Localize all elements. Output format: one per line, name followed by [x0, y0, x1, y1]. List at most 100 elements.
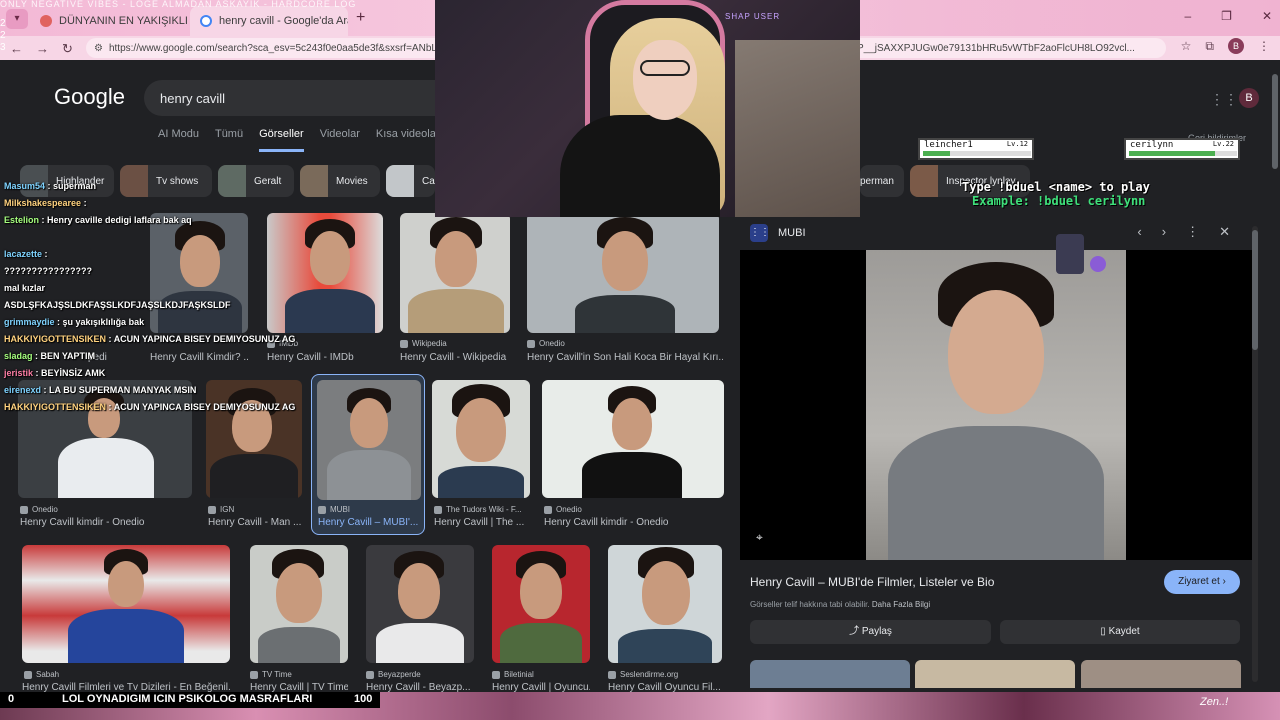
onedio-favicon-icon — [527, 339, 535, 348]
image-result[interactable]: The Tudors Wiki - F... Henry Cavill | Th… — [432, 380, 530, 530]
result-image[interactable] — [492, 545, 590, 663]
preview-title[interactable]: Henry Cavill – MUBI'de Filmler, Listeler… — [750, 575, 994, 589]
search-tabs: AI Modu Tümü Görseller Videolar Kısa vid… — [158, 128, 463, 152]
result-source: TV Time — [250, 670, 292, 679]
player-card: leincher1 Lv.12 — [918, 138, 1034, 160]
chat-username: Masum54 — [4, 181, 46, 191]
result-image[interactable] — [542, 380, 724, 498]
panel-scrollbar[interactable] — [1252, 226, 1258, 682]
image-result[interactable]: Biletinial Henry Cavill | Oyuncu... — [492, 545, 590, 693]
panel-header: ⋮⋮ MUBI — [750, 224, 806, 242]
image-result[interactable]: Beyazperde Henry Cavill - Beyazp... — [366, 545, 474, 693]
close-panel-button[interactable]: ✕ — [1219, 224, 1230, 240]
result-title[interactable]: Henry Cavill kimdir - Onedio — [544, 517, 726, 528]
result-image[interactable] — [400, 213, 510, 333]
chat-message: Masum54 : superman — [4, 181, 97, 191]
previous-image-button[interactable]: ‹ — [1137, 224, 1141, 240]
webcam-overlay: SHAP USER — [435, 0, 860, 217]
next-image-button[interactable]: › — [1162, 224, 1166, 240]
share-button[interactable]: ⤴ Paylaş — [750, 620, 991, 644]
visit-button[interactable]: Ziyaret et › — [1164, 570, 1240, 594]
minimize-button[interactable]: – — [1184, 9, 1191, 23]
site-info-icon[interactable]: ⚙ — [94, 43, 103, 54]
tvtime-favicon-icon — [250, 670, 258, 679]
result-image[interactable] — [527, 213, 719, 333]
toolbar-right: ☆ ⧉ B ⋮ — [1181, 38, 1280, 54]
image-result[interactable]: Onedio Henry Cavill kimdir - Onedio — [542, 380, 724, 530]
back-arrow-icon[interactable]: ← — [10, 41, 23, 56]
result-image[interactable] — [250, 545, 348, 663]
google-favicon-icon — [200, 15, 212, 27]
menu-icon[interactable]: ⋮ — [1258, 39, 1270, 53]
result-source: Onedio — [544, 505, 582, 514]
chip-cavill[interactable]: Ca — [386, 165, 435, 197]
tab-all[interactable]: Tümü — [215, 128, 243, 152]
result-title[interactable]: Henry Cavill'in Son Hali Koca Bir Hayal … — [527, 352, 723, 363]
result-image[interactable] — [366, 545, 474, 663]
chat-message: ???????????????? — [0, 263, 346, 280]
google-profile-avatar[interactable]: B — [1239, 88, 1259, 108]
duel-instructions: Type !bduel <name> to play — [962, 180, 1150, 194]
result-title[interactable]: Henry Cavill – MUBI'... — [318, 517, 422, 528]
url-text: https://www.google.com/search?sca_esv=5c… — [108, 42, 459, 54]
tab-images[interactable]: Görseller — [259, 128, 304, 152]
copyright-notice: Görseller telif hakkına tabi olabilir. D… — [750, 600, 931, 609]
chat-message — [0, 229, 346, 246]
related-image[interactable] — [750, 660, 910, 688]
window-controls: – ❐ ✕ — [1184, 9, 1272, 23]
panel-source[interactable]: MUBI — [778, 227, 806, 239]
neon-sign: SHAP USER — [725, 12, 781, 21]
result-source: Beyazperde — [366, 670, 421, 679]
bookmark-star-icon[interactable]: ☆ — [1181, 39, 1192, 53]
result-title[interactable]: Henry Cavill - Wikipedia — [400, 352, 510, 363]
forward-arrow-icon[interactable]: → — [36, 41, 49, 56]
result-image[interactable] — [22, 545, 230, 663]
tab-active[interactable]: henry cavill - Google'da Ara ✕ — [190, 6, 348, 36]
screen: ▾ DÜNYANIN EN YAKIŞIKLI ERKEĞ ✕ henry ca… — [0, 0, 1280, 720]
google-logo[interactable]: Google — [54, 84, 125, 110]
preview-image[interactable] — [866, 250, 1126, 560]
chip-superman[interactable]: perman — [860, 165, 904, 197]
chat-username: Milkshakespearee — [4, 198, 82, 208]
tab-title: henry cavill - Google'da Ara — [219, 15, 348, 27]
chat-text: ???????????????? — [4, 266, 92, 276]
restore-button[interactable]: ❐ — [1221, 9, 1232, 23]
more-info-link[interactable]: Daha Fazla Bilgi — [872, 600, 930, 609]
tab-short-videos[interactable]: Kısa videolar — [376, 128, 440, 152]
stream-marquee: ONLY NEGATIVE VIBES - LOGE ALMADAN ASKAY… — [0, 0, 357, 8]
result-source: The Tudors Wiki - F... — [434, 505, 522, 514]
image-preview-panel: ⋮⋮ MUBI ‹ › ⋮ ✕ ⌖ Henry Cavill – MUBI'de… — [740, 216, 1260, 692]
page-scrollbar[interactable] — [1272, 64, 1278, 684]
profile-avatar[interactable]: B — [1228, 38, 1244, 54]
image-result[interactable]: Wikipedia Henry Cavill - Wikipedia — [400, 213, 510, 363]
image-result[interactable]: Onedio Henry Cavill'in Son Hali Koca Bir… — [527, 213, 723, 363]
related-image[interactable] — [915, 660, 1075, 688]
result-title[interactable]: Henry Cavill | The ... — [434, 517, 532, 528]
close-window-button[interactable]: ✕ — [1262, 9, 1272, 23]
chat-message: HAKKIYIGOTTENSIKEN : ACUN YAPINCA BISEY … — [4, 334, 296, 344]
search-query: henry cavill — [160, 90, 226, 106]
chat-message: mal kızlar — [0, 280, 346, 297]
more-options-button[interactable]: ⋮ — [1186, 224, 1199, 240]
image-result[interactable]: Sabah Henry Cavill Filmleri ve Tv Dizile… — [22, 545, 230, 693]
save-button[interactable]: ▯ Kaydet — [1000, 620, 1240, 644]
chip-label: Ca — [422, 175, 435, 187]
reload-icon[interactable]: ↻ — [62, 41, 73, 57]
tab-inactive[interactable]: DÜNYANIN EN YAKIŞIKLI ERKEĞ ✕ — [30, 6, 188, 36]
chat-username: Estelion — [4, 215, 40, 225]
result-title[interactable]: Henry Cavill kimdir - Onedio — [20, 517, 194, 528]
result-title[interactable]: Henry Cavill - Man ... — [208, 517, 304, 528]
result-image[interactable] — [432, 380, 530, 498]
chat-text: ACUN YAPINCA BISEY DEMIYOSUNUZ AG — [113, 334, 296, 344]
extensions-icon[interactable]: ⧉ — [1205, 39, 1214, 54]
tab-ai-mode[interactable]: AI Modu — [158, 128, 199, 152]
google-lens-icon[interactable]: ⌖ — [756, 530, 763, 545]
result-image[interactable] — [608, 545, 722, 663]
ign-favicon-icon — [208, 505, 216, 514]
related-image[interactable] — [1081, 660, 1241, 688]
streamer-shirt — [560, 115, 720, 217]
image-result[interactable]: TV Time Henry Cavill | TV Time — [250, 545, 348, 693]
image-result[interactable]: Seslendirme.org Henry Cavill Oyuncu Fil.… — [608, 545, 722, 693]
tab-videos[interactable]: Videolar — [320, 128, 360, 152]
new-tab-button[interactable]: + — [356, 9, 365, 27]
